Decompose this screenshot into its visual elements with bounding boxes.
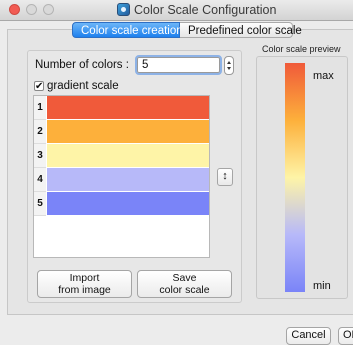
app-icon: [117, 3, 130, 16]
color-row-index: 5: [34, 192, 46, 216]
tab-predefined-color-scale[interactable]: Predefined color scale: [180, 22, 302, 38]
color-swatch[interactable]: [47, 96, 209, 119]
color-row-index: 3: [34, 144, 46, 168]
number-of-colors-label: Number of colors :: [35, 59, 129, 71]
color-row[interactable]: 3: [34, 144, 209, 168]
number-of-colors-stepper[interactable]: [224, 56, 234, 75]
color-list: 1 2 3 4 5: [33, 95, 210, 258]
color-row-index: 2: [34, 120, 46, 144]
close-window-icon[interactable]: [9, 4, 20, 15]
color-row[interactable]: 4: [34, 168, 209, 192]
color-scale-preview-bar: [285, 63, 305, 292]
save-button-label-line1: Save: [172, 272, 197, 284]
zoom-window-icon[interactable]: [43, 4, 54, 15]
color-swatch[interactable]: [47, 192, 209, 215]
color-swatch[interactable]: [47, 144, 209, 167]
color-row[interactable]: 5: [34, 192, 209, 216]
window-title: Color Scale Configuration: [134, 3, 277, 17]
color-row-index: 1: [34, 96, 46, 120]
save-button-label-line2: color scale: [159, 284, 210, 296]
window-titlebar: Color Scale Configuration: [0, 0, 353, 21]
number-of-colors-input[interactable]: 5: [135, 55, 222, 75]
color-row[interactable]: 1: [34, 96, 209, 120]
save-color-scale-button[interactable]: Save color scale: [137, 270, 232, 298]
import-button-label-line1: Import: [69, 272, 100, 284]
color-swatch[interactable]: [47, 168, 209, 191]
import-from-image-button[interactable]: Import from image: [37, 270, 132, 298]
swap-order-button[interactable]: ↕: [217, 168, 233, 186]
import-button-label-line2: from image: [58, 284, 111, 296]
color-row-index: 4: [34, 168, 46, 192]
color-scale-preview-title: Color scale preview: [262, 44, 341, 54]
preview-max-label: max: [313, 70, 334, 82]
color-swatch[interactable]: [47, 120, 209, 143]
gradient-scale-label: gradient scale: [47, 80, 119, 92]
color-row[interactable]: 2: [34, 120, 209, 144]
stepper-up-icon[interactable]: [227, 61, 231, 64]
cancel-button[interactable]: Cancel: [286, 327, 331, 345]
ok-button[interactable]: OK: [338, 327, 353, 345]
tab-color-scale-creation[interactable]: Color scale creation: [72, 22, 183, 38]
minimize-window-icon[interactable]: [26, 4, 37, 15]
stepper-down-icon[interactable]: [227, 67, 231, 70]
gradient-scale-checkbox[interactable]: ✔: [34, 81, 44, 92]
preview-min-label: min: [313, 280, 331, 292]
